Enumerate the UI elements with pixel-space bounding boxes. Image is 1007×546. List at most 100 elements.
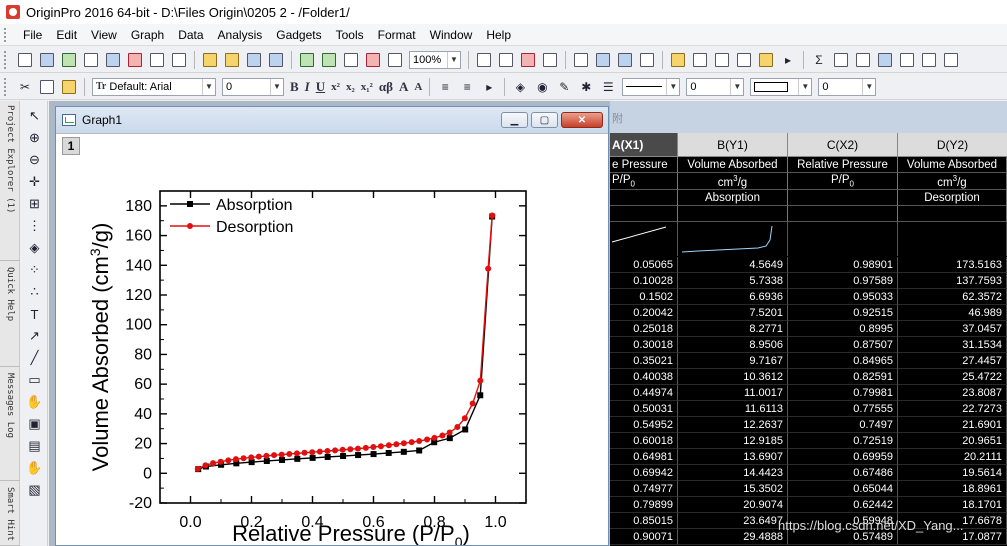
- close-button[interactable]: ✕: [561, 112, 603, 128]
- statistics-icon[interactable]: [832, 51, 850, 69]
- align-center-icon[interactable]: ≡: [458, 78, 476, 96]
- import-ascii-icon[interactable]: [298, 51, 316, 69]
- new-legend-icon[interactable]: [757, 51, 775, 69]
- table-cell[interactable]: 0.44974: [610, 385, 678, 401]
- open-icon[interactable]: [201, 51, 219, 69]
- table-cell[interactable]: 12.9185: [678, 433, 788, 449]
- new-project-icon[interactable]: [16, 51, 34, 69]
- table-cell[interactable]: 23.8087: [898, 385, 1007, 401]
- line-style-select[interactable]: ▼: [622, 77, 681, 96]
- fill-color-icon[interactable]: ◈: [511, 78, 529, 96]
- table-cell[interactable]: 0.10028: [610, 273, 678, 289]
- comment-d[interactable]: Desorption: [898, 190, 1007, 206]
- layer-number-tag[interactable]: 1: [62, 137, 80, 155]
- maximize-button[interactable]: ▢: [531, 112, 558, 128]
- print-icon[interactable]: [475, 51, 493, 69]
- transpose-icon[interactable]: [942, 51, 960, 69]
- graph-window-titlebar[interactable]: Graph1 ▁ ▢ ✕: [56, 107, 608, 133]
- table-cell[interactable]: 11.0017: [678, 385, 788, 401]
- comment-c[interactable]: [788, 190, 898, 206]
- menu-analysis[interactable]: Analysis: [211, 24, 270, 46]
- table-cell[interactable]: 21.6901: [898, 417, 1007, 433]
- draw-data-icon[interactable]: ∴: [26, 283, 44, 301]
- mask-points-icon[interactable]: ⁘: [26, 261, 44, 279]
- graph-window[interactable]: Graph1 ▁ ▢ ✕ 1 0.0 0.2 0.4 0.6 0.8 1.0 -20 0 20 4…: [55, 106, 609, 546]
- fill-value-select[interactable]: 0 ▼: [818, 77, 877, 96]
- comment-a[interactable]: [610, 190, 678, 206]
- worksheet-window[interactable]: 附 A(X1) B(Y1) C(X2) D(Y2) e Pressure Vol…: [610, 101, 1007, 546]
- table-cell[interactable]: 23.6497: [678, 513, 788, 529]
- table-cell[interactable]: 0.40038: [610, 369, 678, 385]
- column-header-a[interactable]: A(X1): [610, 133, 678, 157]
- line-style-icon[interactable]: ☰: [599, 78, 617, 96]
- sparkline-b[interactable]: [678, 222, 788, 256]
- table-cell[interactable]: 0.90071: [610, 529, 678, 545]
- table-cell[interactable]: 0.84965: [788, 353, 898, 369]
- rectangle-tool-icon[interactable]: ▭: [26, 371, 44, 389]
- menu-data[interactable]: Data: [171, 24, 210, 46]
- table-cell[interactable]: 20.9074: [678, 497, 788, 513]
- table-cell[interactable]: 22.7273: [898, 401, 1007, 417]
- table-cell[interactable]: 18.1701: [898, 497, 1007, 513]
- copy-icon[interactable]: [38, 78, 56, 96]
- isotherm-chart[interactable]: 0.0 0.2 0.4 0.6 0.8 1.0-200204060801001201401…: [56, 133, 608, 546]
- import-multiple-icon[interactable]: [320, 51, 338, 69]
- insert-chart-icon[interactable]: ▤: [26, 437, 44, 455]
- align-left-icon[interactable]: ≡: [436, 78, 454, 96]
- table-cell[interactable]: 0.97589: [788, 273, 898, 289]
- table-cell[interactable]: 0.92515: [788, 305, 898, 321]
- table-cell[interactable]: 0.7497: [788, 417, 898, 433]
- underline-button[interactable]: U: [316, 79, 325, 95]
- long-name-b[interactable]: Volume Absorbed: [678, 157, 788, 173]
- table-cell[interactable]: 0.67486: [788, 465, 898, 481]
- layer-contents-icon[interactable]: [713, 51, 731, 69]
- fill-pattern-select[interactable]: ▼: [750, 77, 813, 96]
- table-cell[interactable]: 18.8961: [898, 481, 1007, 497]
- table-cell[interactable]: 0.65044: [788, 481, 898, 497]
- new-excel-icon[interactable]: [60, 51, 78, 69]
- table-cell[interactable]: 9.7167: [678, 353, 788, 369]
- move-layer-icon[interactable]: ✋: [26, 459, 44, 477]
- add-text-icon[interactable]: [691, 51, 709, 69]
- new-function-icon[interactable]: [126, 51, 144, 69]
- text-tool-icon[interactable]: T: [26, 305, 44, 323]
- notes-window-icon[interactable]: [572, 51, 590, 69]
- data-selector-icon[interactable]: ⋮: [26, 217, 44, 235]
- region-of-interest-icon[interactable]: ◈: [26, 239, 44, 257]
- table-cell[interactable]: 0.79899: [610, 497, 678, 513]
- line-color-icon[interactable]: ✎: [555, 78, 573, 96]
- table-cell[interactable]: 31.1534: [898, 337, 1007, 353]
- units-c[interactable]: P/P0: [788, 173, 898, 190]
- line-width-select[interactable]: 0 ▼: [686, 77, 745, 96]
- arrow-tool-icon[interactable]: ↗: [26, 327, 44, 345]
- table-cell[interactable]: 0.82591: [788, 369, 898, 385]
- table-cell[interactable]: 46.989: [898, 305, 1007, 321]
- decrease-font-button[interactable]: A: [414, 81, 422, 93]
- set-column-values-icon[interactable]: [898, 51, 916, 69]
- menu-window[interactable]: Window: [423, 24, 480, 46]
- cut-icon[interactable]: ✂: [16, 78, 34, 96]
- rescale-icon[interactable]: [735, 51, 753, 69]
- long-name-a[interactable]: e Pressure: [610, 157, 678, 173]
- new-matrix-icon[interactable]: [104, 51, 122, 69]
- menu-tools[interactable]: Tools: [329, 24, 371, 46]
- table-cell[interactable]: 20.2111: [898, 449, 1007, 465]
- italic-button[interactable]: I: [305, 79, 310, 95]
- table-cell[interactable]: 6.6936: [678, 289, 788, 305]
- import-wizard-icon[interactable]: [342, 51, 360, 69]
- run-icon[interactable]: [386, 51, 404, 69]
- results-log-icon[interactable]: [594, 51, 612, 69]
- project-explorer-icon[interactable]: [616, 51, 634, 69]
- column-header-b[interactable]: B(Y1): [678, 133, 788, 157]
- recalculate-icon[interactable]: [364, 51, 382, 69]
- units-b[interactable]: cm3/g: [678, 173, 788, 190]
- tab-smart-hint[interactable]: Smart Hint: [0, 483, 20, 546]
- increase-font-button[interactable]: A: [399, 79, 408, 95]
- table-cell[interactable]: 0.20042: [610, 305, 678, 321]
- command-window-icon[interactable]: [638, 51, 656, 69]
- insert-graph-icon[interactable]: ▣: [26, 415, 44, 433]
- units-a[interactable]: P/P0: [610, 173, 678, 190]
- table-cell[interactable]: 0.25018: [610, 321, 678, 337]
- table-cell[interactable]: 10.3612: [678, 369, 788, 385]
- new-worksheet-icon[interactable]: [38, 51, 56, 69]
